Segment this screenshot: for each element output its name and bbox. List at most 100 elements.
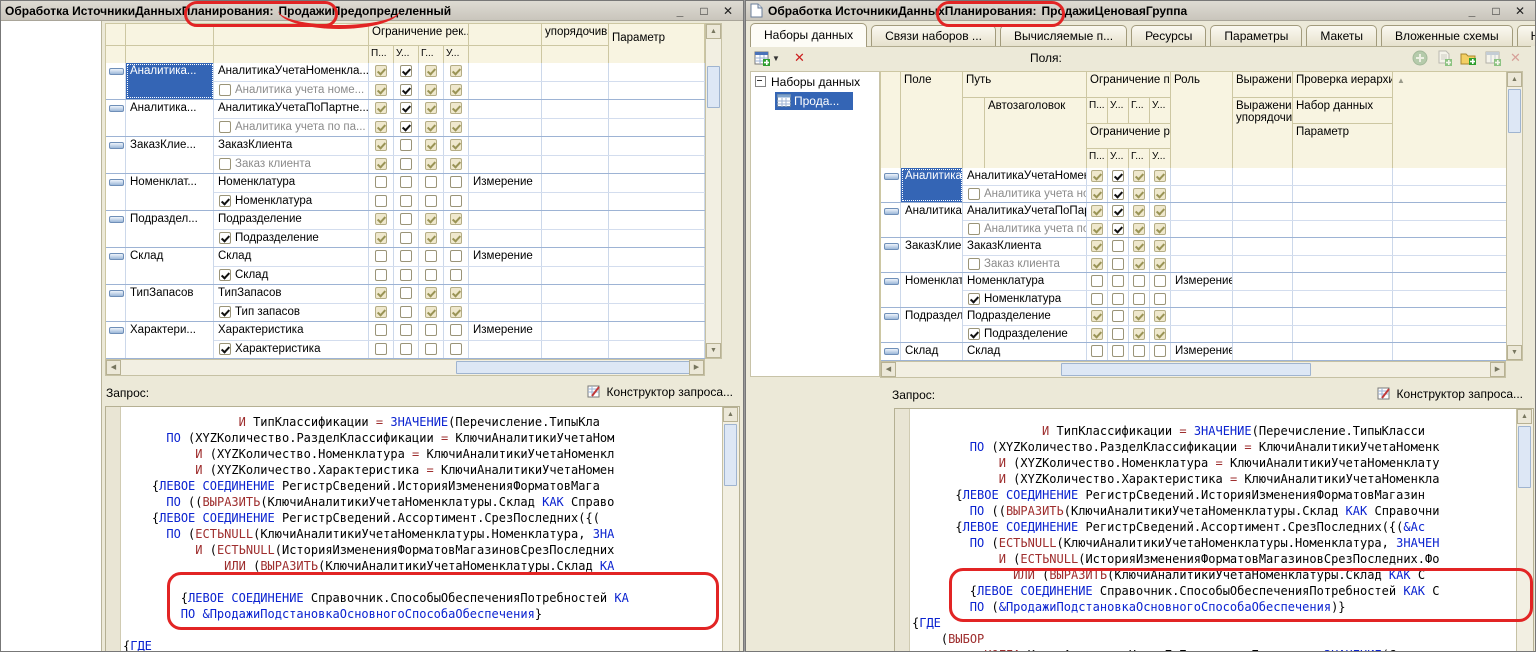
field-group-row[interactable]: Подраздел...ПодразделениеПодразделение xyxy=(881,308,1506,343)
use-checkbox[interactable] xyxy=(219,269,231,281)
column-header-check-g[interactable]: Г... xyxy=(419,46,444,64)
restriction-cell[interactable] xyxy=(1150,221,1171,237)
restriction-cell[interactable] xyxy=(1087,221,1108,237)
order-expression-cell[interactable] xyxy=(1233,203,1293,220)
role-cell[interactable] xyxy=(469,267,542,284)
order-expression-cell[interactable] xyxy=(542,304,609,321)
restriction-checkbox[interactable] xyxy=(1091,293,1103,305)
hierarchy-cell[interactable] xyxy=(609,174,705,192)
restriction-cell[interactable] xyxy=(1108,256,1129,272)
restriction-checkbox[interactable] xyxy=(450,250,462,262)
restriction-checkbox[interactable] xyxy=(450,176,462,188)
use-checkbox[interactable] xyxy=(219,195,231,207)
field-cell[interactable]: Аналитика... xyxy=(126,100,214,136)
restriction-cell[interactable] xyxy=(1150,256,1171,272)
restriction-cell[interactable] xyxy=(394,230,419,247)
restriction-cell[interactable] xyxy=(369,322,394,340)
role-cell[interactable] xyxy=(469,156,542,173)
path-cell[interactable]: Склад xyxy=(214,248,369,266)
table-row[interactable]: Склад xyxy=(214,266,705,284)
restriction-cell[interactable] xyxy=(394,304,419,321)
grip-icon[interactable] xyxy=(109,216,124,223)
order-expression-cell[interactable] xyxy=(542,174,609,192)
column-header-check-p[interactable]: П... xyxy=(369,46,394,64)
role-cell[interactable]: Измерение xyxy=(469,248,542,266)
column-header-field-restriction[interactable]: Ограничение поля xyxy=(1087,72,1171,98)
column-header-record-restriction[interactable]: Ограничение рек... xyxy=(369,24,469,46)
order-expression-cell[interactable] xyxy=(542,119,609,136)
restriction-cell[interactable] xyxy=(1150,343,1171,360)
filler-cell[interactable] xyxy=(1393,168,1506,185)
restriction-cell[interactable] xyxy=(419,230,444,247)
use-checkbox[interactable] xyxy=(219,306,231,318)
restriction-checkbox[interactable] xyxy=(450,287,462,299)
table-row[interactable]: ЗаказКлиента xyxy=(963,238,1506,255)
restriction-cell[interactable] xyxy=(394,267,419,284)
v-scroll-thumb[interactable] xyxy=(1508,89,1521,133)
restriction-cell[interactable] xyxy=(1150,168,1171,185)
table-row[interactable]: Подразделение xyxy=(214,229,705,247)
order-expression-cell[interactable] xyxy=(1233,168,1293,185)
hierarchy-cell[interactable] xyxy=(609,100,705,118)
restriction-checkbox[interactable] xyxy=(375,84,387,96)
role-cell[interactable] xyxy=(1171,291,1233,307)
hierarchy-cell[interactable] xyxy=(609,82,705,99)
restriction-checkbox[interactable] xyxy=(400,269,412,281)
path-cell[interactable]: Аналитика учета по па... xyxy=(214,119,369,136)
column-header-path[interactable] xyxy=(214,24,369,46)
order-expression-cell[interactable] xyxy=(542,248,609,266)
restriction-cell[interactable] xyxy=(369,285,394,303)
grip-icon[interactable] xyxy=(109,68,124,75)
path-cell[interactable]: Аналитика учета номе... xyxy=(214,82,369,99)
restriction-cell[interactable] xyxy=(369,193,394,210)
hierarchy-cell[interactable] xyxy=(609,304,705,321)
restriction-cell[interactable] xyxy=(1129,186,1150,202)
restriction-checkbox[interactable] xyxy=(1133,310,1145,322)
restriction-checkbox[interactable] xyxy=(375,324,387,336)
restriction-cell[interactable] xyxy=(444,211,469,229)
restriction-checkbox[interactable] xyxy=(1133,258,1145,270)
filler-cell[interactable] xyxy=(1393,326,1506,342)
restriction-cell[interactable] xyxy=(1087,343,1108,360)
filler-cell[interactable] xyxy=(1393,256,1506,272)
column-header-blank[interactable] xyxy=(542,46,609,64)
order-expression-cell[interactable] xyxy=(542,63,609,81)
restriction-cell[interactable] xyxy=(369,211,394,229)
restriction-cell[interactable] xyxy=(1087,203,1108,220)
row-grip[interactable] xyxy=(106,285,126,321)
restriction-checkbox[interactable] xyxy=(450,65,462,77)
order-expression-cell[interactable] xyxy=(1233,186,1293,202)
restriction-checkbox[interactable] xyxy=(425,176,437,188)
restriction-checkbox[interactable] xyxy=(450,158,462,170)
column-header-parameter[interactable]: Параметр xyxy=(609,24,705,64)
restriction-checkbox[interactable] xyxy=(375,213,387,225)
restriction-cell[interactable] xyxy=(1108,238,1129,255)
restriction-checkbox[interactable] xyxy=(1154,205,1166,217)
table-row[interactable]: Подразделение xyxy=(214,211,705,229)
table-row[interactable]: Заказ клиента xyxy=(963,255,1506,272)
table-row[interactable]: ЗаказКлиента xyxy=(214,137,705,155)
restriction-cell[interactable] xyxy=(419,285,444,303)
row-grip[interactable] xyxy=(106,63,126,99)
query-constructor-label[interactable]: Конструктор запроса... xyxy=(1397,387,1523,401)
column-header-check-u2[interactable]: У... xyxy=(1150,98,1171,124)
row-grip[interactable] xyxy=(106,174,126,210)
path-cell[interactable]: АналитикаУчетаНоменкла... xyxy=(963,168,1087,185)
grip-icon[interactable] xyxy=(884,313,899,320)
hierarchy-cell[interactable] xyxy=(1293,238,1393,255)
restriction-checkbox[interactable] xyxy=(450,232,462,244)
restriction-cell[interactable] xyxy=(419,267,444,284)
path-cell[interactable]: Номенклатура xyxy=(214,174,369,192)
column-header-check-u2[interactable]: У... xyxy=(444,46,469,64)
order-expression-cell[interactable] xyxy=(1233,238,1293,255)
scroll-left-icon[interactable]: ◀ xyxy=(881,362,896,377)
role-cell[interactable] xyxy=(469,230,542,247)
column-header-check-u[interactable]: У... xyxy=(1108,149,1129,169)
restriction-checkbox[interactable] xyxy=(375,250,387,262)
hierarchy-cell[interactable] xyxy=(609,119,705,136)
row-grip[interactable] xyxy=(881,203,901,237)
role-cell[interactable] xyxy=(469,304,542,321)
hierarchy-cell[interactable] xyxy=(609,156,705,173)
hierarchy-cell[interactable] xyxy=(1293,308,1393,325)
tree-root-datasets[interactable]: Наборы данных xyxy=(751,72,879,91)
